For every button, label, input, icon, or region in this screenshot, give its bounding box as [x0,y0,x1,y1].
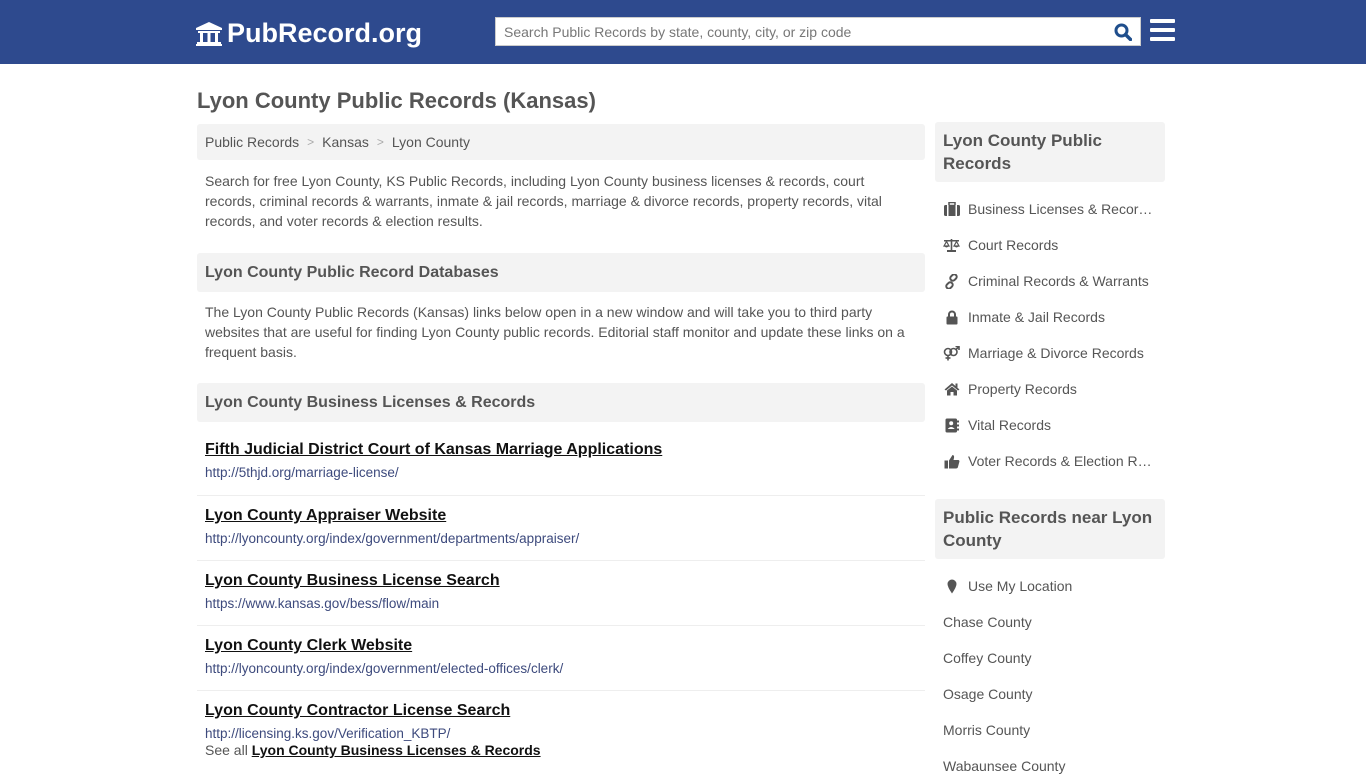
balance-scale-icon [943,237,960,253]
sidebar-item-inmate[interactable]: Inmate & Jail Records [935,299,1165,335]
record-link-title[interactable]: Lyon County Business License Search [205,561,917,591]
map-marker-icon [943,579,960,594]
breadcrumb-public-records[interactable]: Public Records [205,134,299,150]
list-item: Lyon County Clerk Website http://lyoncou… [197,626,925,691]
sidebar-item-voter[interactable]: Voter Records & Election Results [935,443,1165,479]
sidebar-item-criminal[interactable]: Criminal Records & Warrants [935,263,1165,299]
sidebar-item-label: Court Records [968,237,1059,253]
business-heading: Lyon County Business Licenses & Records [197,383,925,422]
list-item: Lyon County Business License Search http… [197,561,925,626]
venus-mars-icon [943,345,960,361]
sidebar-records-list: Business Licenses & Records Court Record… [935,182,1165,479]
see-all-link[interactable]: Lyon County Business Licenses & Records [252,742,541,758]
briefcase-icon [943,201,960,217]
see-all-row: See all Lyon County Business Licenses & … [197,739,925,758]
sidebar-item-label: Voter Records & Election Results [968,453,1153,469]
sidebar-item-label: Marriage & Divorce Records [968,345,1144,361]
sidebar-item-vital[interactable]: Vital Records [935,407,1165,443]
sidebar-near-heading: Public Records near Lyon County [935,499,1165,559]
nearby-county-link[interactable]: Osage County [935,676,1165,712]
nearby-county-link[interactable]: Morris County [935,712,1165,748]
link-icon [943,273,960,289]
intro-text: Search for free Lyon County, KS Public R… [205,173,882,229]
sidebar-records-heading: Lyon County Public Records [935,122,1165,182]
record-link-url[interactable]: https://www.kansas.gov/bess/flow/main [205,596,917,611]
list-item: Lyon County Appraiser Website http://lyo… [197,496,925,561]
search-input[interactable] [496,18,1106,45]
breadcrumb-separator: > [376,135,384,149]
databases-heading: Lyon County Public Record Databases [197,253,925,292]
breadcrumb: Public Records > Kansas > Lyon County [197,124,925,160]
site-logo[interactable]: PubRecord.org [195,18,422,49]
sidebar-item-business[interactable]: Business Licenses & Records [935,191,1165,227]
record-link-url[interactable]: http://lyoncounty.org/index/government/e… [205,661,917,676]
sidebar-item-court[interactable]: Court Records [935,227,1165,263]
breadcrumb-separator: > [307,135,315,149]
see-all-prefix: See all [205,742,248,758]
sidebar-item-property[interactable]: Property Records [935,371,1165,407]
sidebar: Lyon County Public Records Business Lice… [935,122,1165,784]
logo-text: PubRecord.org [227,18,423,48]
menu-bar [1150,19,1175,23]
address-book-icon [943,417,960,433]
main-content: Public Records > Kansas > Lyon County Se… [197,124,925,758]
breadcrumb-kansas[interactable]: Kansas [322,134,369,150]
record-link-url[interactable]: http://5thjd.org/marriage-license/ [205,465,917,480]
record-link-url[interactable]: http://lyoncounty.org/index/government/d… [205,531,917,546]
record-link-title[interactable]: Lyon County Appraiser Website [205,496,917,526]
sidebar-item-marriage[interactable]: Marriage & Divorce Records [935,335,1165,371]
business-links-list: Fifth Judicial District Court of Kansas … [197,440,925,741]
record-link-title[interactable]: Fifth Judicial District Court of Kansas … [205,440,917,460]
menu-bar [1150,28,1175,32]
lock-icon [943,309,960,325]
databases-description: The Lyon County Public Records (Kansas) … [205,304,905,360]
search-button[interactable] [1106,18,1140,45]
sidebar-item-label: Business Licenses & Records [968,201,1153,217]
nearby-county-link[interactable]: Coffey County [935,640,1165,676]
hamburger-menu-button[interactable] [1150,19,1175,41]
menu-bar [1150,37,1175,41]
nearby-county-link[interactable]: Wabaunsee County [935,748,1165,784]
use-my-location-button[interactable]: Use My Location [935,568,1165,604]
nearby-county-link[interactable]: Chase County [935,604,1165,640]
search-box [495,17,1141,46]
page-title: Lyon County Public Records (Kansas) [197,88,596,113]
sidebar-item-label: Criminal Records & Warrants [968,273,1149,289]
top-nav-bar: PubRecord.org [0,0,1366,64]
list-item: Fifth Judicial District Court of Kansas … [197,440,925,496]
sidebar-item-label: Property Records [968,381,1077,397]
search-icon [1114,23,1132,41]
home-icon [943,381,960,397]
breadcrumb-lyon-county[interactable]: Lyon County [392,134,470,150]
courthouse-icon [196,21,222,46]
thumbs-up-icon [943,453,960,469]
record-link-title[interactable]: Lyon County Contractor License Search [205,691,917,721]
use-my-location-label: Use My Location [968,578,1073,594]
sidebar-item-label: Vital Records [968,417,1052,433]
sidebar-item-label: Inmate & Jail Records [968,309,1105,325]
record-link-title[interactable]: Lyon County Clerk Website [205,626,917,656]
nearby-counties-list: Use My Location Chase County Coffey Coun… [935,559,1165,784]
list-item: Lyon County Contractor License Search ht… [197,691,925,741]
